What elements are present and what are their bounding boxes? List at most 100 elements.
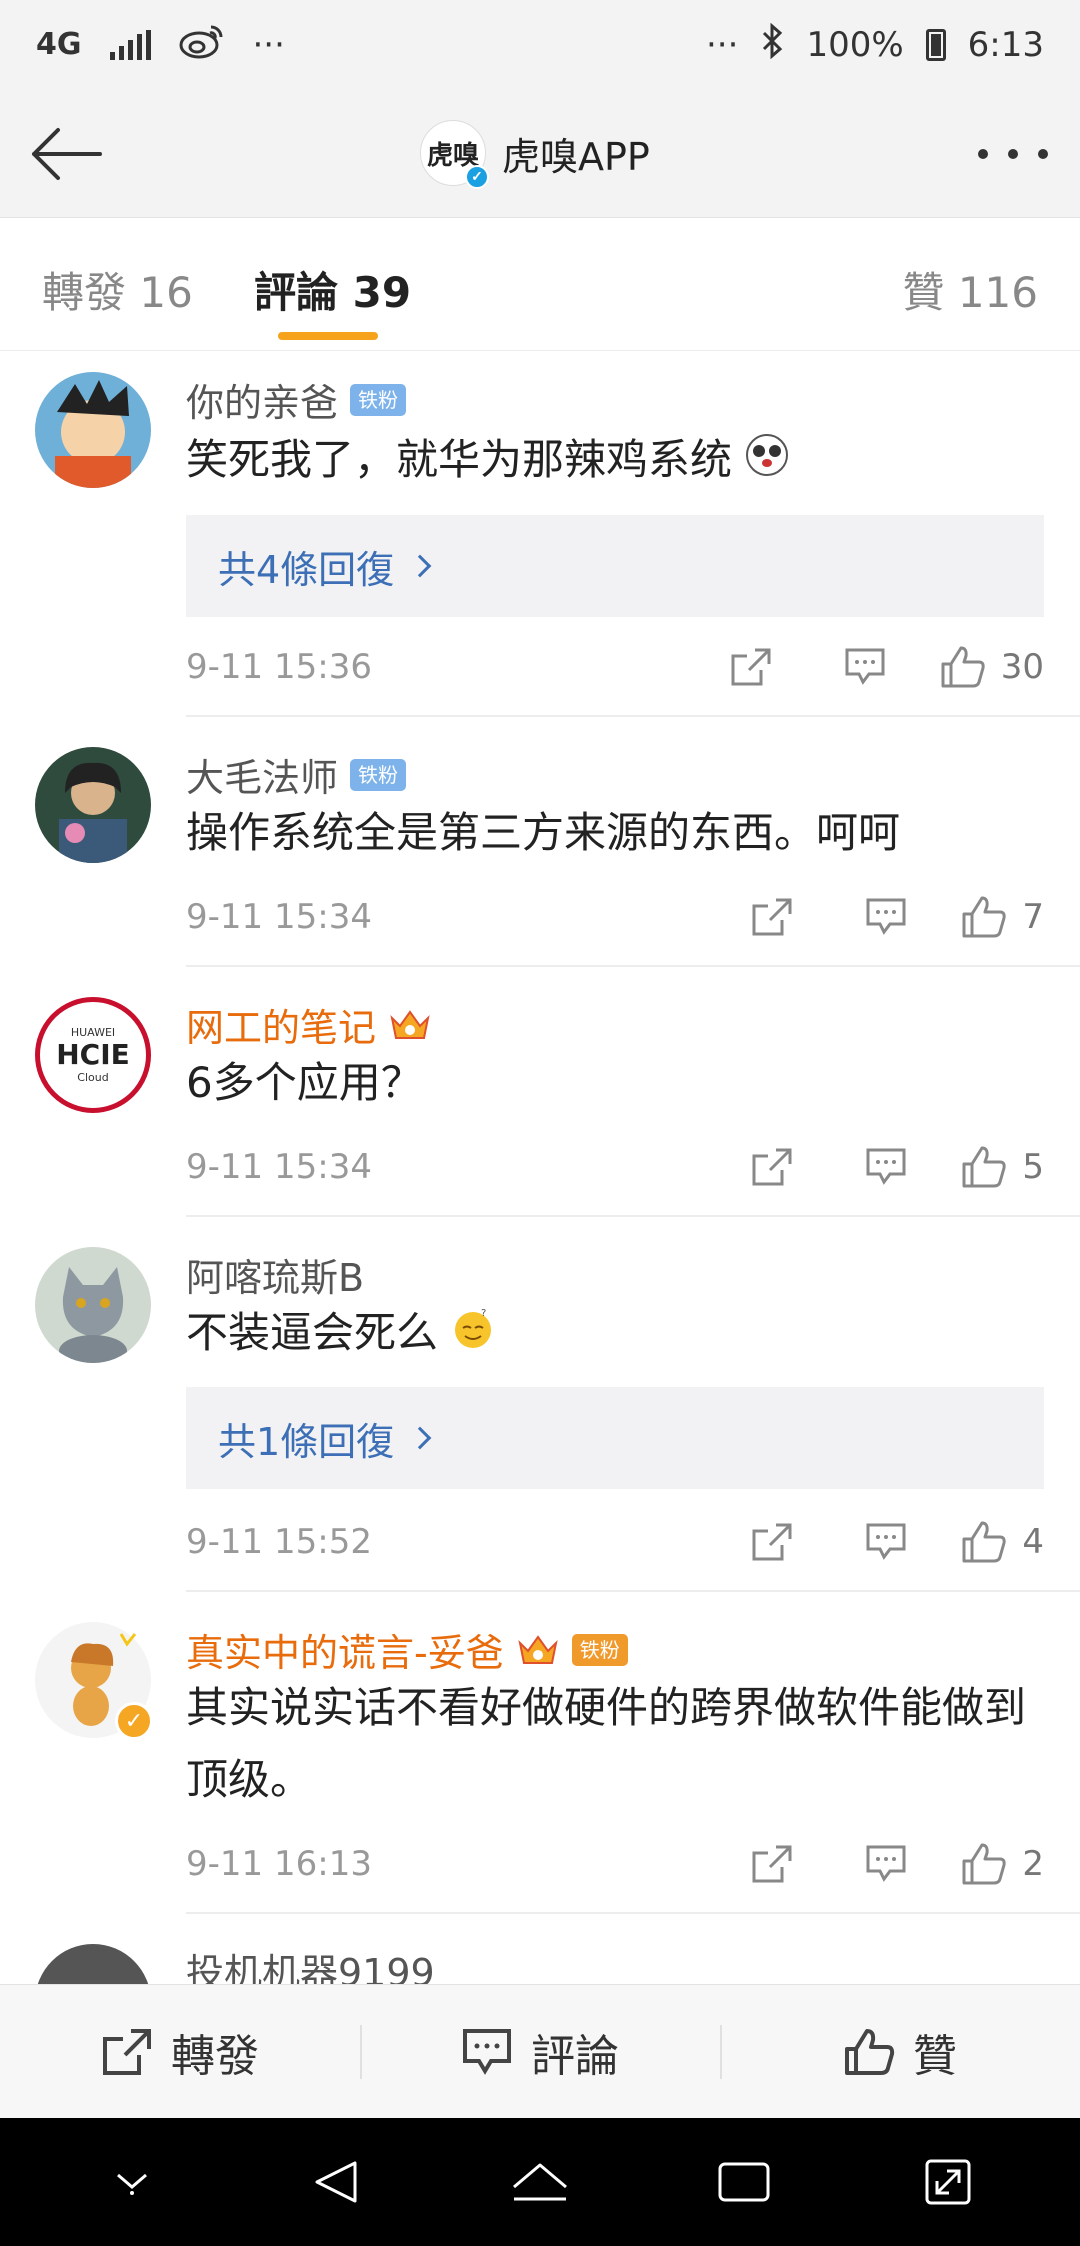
avatar[interactable] [35,1247,151,1363]
chevron-down-icon [117,2173,147,2195]
panda-emoji-icon [745,427,789,499]
comment-icon[interactable] [864,1521,908,1563]
more-notifications-icon: ··· [252,25,285,65]
chevron-right-icon [408,1426,432,1450]
fan-badge: 铁粉 [350,758,407,791]
comment-text: 不装逼会死么 ? [186,1297,1044,1372]
comment-text: 操作系统全是第三方来源的东西。呵呵 [186,808,901,857]
timestamp: 9-11 15:52 [186,1522,372,1562]
weibo-icon [179,23,225,68]
share-icon[interactable] [750,1521,794,1563]
timestamp: 9-11 15:34 [186,897,372,937]
repost-button[interactable]: 轉發 [0,1985,360,2118]
comment-item: ✓ 真实中的谎言-妥爸 铁粉 其实说实话不看好做硬件的跨界做软件能做到顶级。 9… [0,1592,1080,1914]
like-count: 30 [1000,647,1044,687]
more-status-icon: ··· [706,25,739,65]
tab-bar: 轉發 16 評論 39 贊 116 [0,219,1080,351]
verified-icon: ✓ [115,1702,153,1740]
share-icon[interactable] [750,1146,794,1188]
tab-reposts[interactable]: 轉發 16 [42,259,193,320]
nav-home-button[interactable] [495,2137,585,2227]
avatar[interactable]: ✓ [35,1622,153,1740]
arrow-left-icon [32,128,102,180]
like-button[interactable]: 5 [960,1144,1044,1190]
replies-link[interactable]: 共4條回復 [186,515,1044,617]
more-options-button[interactable] [978,136,1048,172]
verified-icon: ✓ [465,165,489,189]
like-count: 7 [1022,897,1044,937]
svg-text:?: ? [481,1308,486,1319]
avatar[interactable] [35,372,151,488]
nav-recents-button[interactable] [699,2137,789,2227]
like-post-button[interactable]: 贊 [720,1985,1080,2118]
hide-nav-button[interactable] [87,2137,177,2227]
comment-text: 6多个应用？ [186,1058,423,1107]
comment-icon[interactable] [864,896,908,938]
account-title[interactable]: 虎嗅 ✓ 虎嗅APP [420,120,650,189]
comment-item: 投机机器9199 [0,1914,1080,1984]
comment-item: 大毛法师 铁粉 操作系统全是第三方来源的东西。呵呵 9-11 15:34 7 [0,717,1080,967]
recents-icon [718,2162,770,2202]
like-count: 4 [1022,1522,1044,1562]
comment-icon[interactable] [864,1146,908,1188]
back-button[interactable] [24,118,108,190]
like-button[interactable]: 7 [960,894,1044,940]
comment-icon[interactable] [864,1843,908,1885]
chevron-right-icon [408,554,432,578]
username[interactable]: 你的亲爸 铁粉 [186,372,407,427]
comment-meta: 9-11 15:36 30 [186,637,1080,697]
timestamp: 9-11 15:36 [186,647,372,687]
smug-emoji-icon: ? [451,1300,495,1372]
comment-text: 笑死我了，就华为那辣鸡系统 [186,424,1044,499]
comment-item: 你的亲爸 铁粉 笑死我了，就华为那辣鸡系统 共4條回復 9-11 15:36 3… [0,352,1080,717]
page-title: 虎嗅APP [502,134,650,179]
crown-badge-icon [516,1631,560,1669]
home-icon [513,2163,567,2201]
comment-meta: 9-11 15:34 5 [186,1137,1080,1197]
signal-icon [109,30,151,60]
thumbs-up-icon [962,1521,1007,1563]
comment-icon[interactable] [843,646,887,688]
avatar[interactable]: HUAWEI HCIE Cloud [35,997,151,1113]
fan-badge: 铁粉 [350,383,407,416]
username[interactable]: 大毛法师 铁粉 [186,747,407,802]
like-button[interactable]: 30 [939,644,1044,690]
bottom-toolbar: 轉發 評論 贊 [0,1984,1080,2118]
username[interactable]: 网工的笔记 [186,997,432,1052]
share-icon[interactable] [750,896,794,938]
thumbs-up-icon [962,1843,1007,1885]
username[interactable]: 阿喀琉斯B [186,1247,364,1302]
system-navigation-bar [0,2118,1080,2246]
avatar[interactable] [35,1944,151,1984]
share-icon[interactable] [750,1843,794,1885]
like-button[interactable]: 2 [960,1841,1044,1887]
tab-likes[interactable]: 贊 116 [902,259,1038,320]
nav-expand-button[interactable] [903,2137,993,2227]
thumbs-up-icon [845,2028,895,2075]
replies-link[interactable]: 共1條回復 [186,1387,1044,1489]
comment-button[interactable]: 評論 [360,1985,720,2118]
share-icon [103,2028,151,2075]
nav-back-button[interactable] [291,2137,381,2227]
comment-item: 阿喀琉斯B 不装逼会死么 ? 共1條回復 9-11 15:52 4 [0,1217,1080,1592]
username[interactable]: 投机机器9199 [186,1942,435,1984]
tab-comments[interactable]: 評論 39 [254,259,411,320]
avatar[interactable] [35,747,151,863]
clock: 6:13 [967,25,1044,65]
share-icon[interactable] [729,646,773,688]
timestamp: 9-11 15:34 [186,1147,372,1187]
network-type: 4G [36,27,82,62]
thumbs-up-icon [941,646,985,688]
username[interactable]: 真实中的谎言-妥爸 铁粉 [186,1622,628,1677]
comment-meta: 9-11 15:34 7 [186,887,1080,947]
triangle-back-icon [315,2161,357,2203]
comment-meta: 9-11 15:52 4 [186,1512,1080,1572]
comment-text: 其实说实话不看好做硬件的跨界做软件能做到顶级。 [186,1683,1027,1804]
header: 虎嗅 ✓ 虎嗅APP [0,90,1080,218]
like-button[interactable]: 4 [960,1519,1044,1565]
thumbs-up-icon [962,1146,1007,1188]
like-count: 5 [1022,1147,1044,1187]
comment-item: HUAWEI HCIE Cloud 网工的笔记 6多个应用？ 9-11 15:3… [0,967,1080,1217]
comment-icon [463,2028,511,2075]
fan-badge: 铁粉 [571,1633,628,1666]
